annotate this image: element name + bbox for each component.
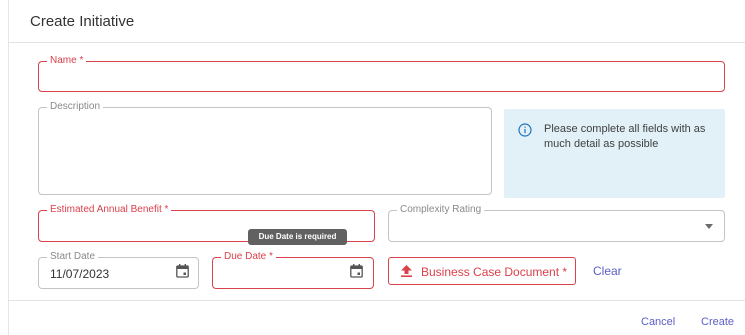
due-date-label: Due Date * xyxy=(224,251,273,262)
create-button[interactable]: Create xyxy=(701,316,734,328)
info-message: Please complete all fields with as much … xyxy=(544,123,706,150)
info-box: Please complete all fields with as much … xyxy=(504,109,725,198)
complexity-rating-select[interactable]: Complexity Rating xyxy=(388,204,725,242)
due-date-tooltip: Due Date is required xyxy=(248,229,347,245)
business-case-document-upload-button[interactable]: Business Case Document * xyxy=(388,257,576,285)
dialog-title: Create Initiative xyxy=(30,13,135,30)
estimated-annual-benefit-label: Estimated Annual Benefit * xyxy=(50,204,169,215)
dialog-footer: Cancel Create xyxy=(9,300,745,335)
upload-icon xyxy=(401,265,412,277)
info-icon xyxy=(518,123,532,137)
cancel-button[interactable]: Cancel xyxy=(641,316,675,328)
description-field[interactable]: Description xyxy=(38,101,492,195)
description-label: Description xyxy=(50,101,101,112)
name-field[interactable]: Name * xyxy=(38,55,725,92)
start-date-value: 11/07/2023 xyxy=(50,267,110,281)
calendar-icon[interactable] xyxy=(350,264,363,278)
start-date-label: Start Date xyxy=(50,251,96,262)
dialog-header: Create Initiative xyxy=(9,0,745,43)
complexity-rating-label: Complexity Rating xyxy=(400,204,482,215)
calendar-icon[interactable] xyxy=(176,264,189,278)
create-initiative-dialog: Create Initiative Name * Description Ple… xyxy=(8,0,745,335)
upload-button-label: Business Case Document * xyxy=(421,265,568,279)
name-label: Name * xyxy=(50,55,84,66)
clear-link[interactable]: Clear xyxy=(593,264,622,278)
chevron-down-icon[interactable] xyxy=(705,224,713,229)
